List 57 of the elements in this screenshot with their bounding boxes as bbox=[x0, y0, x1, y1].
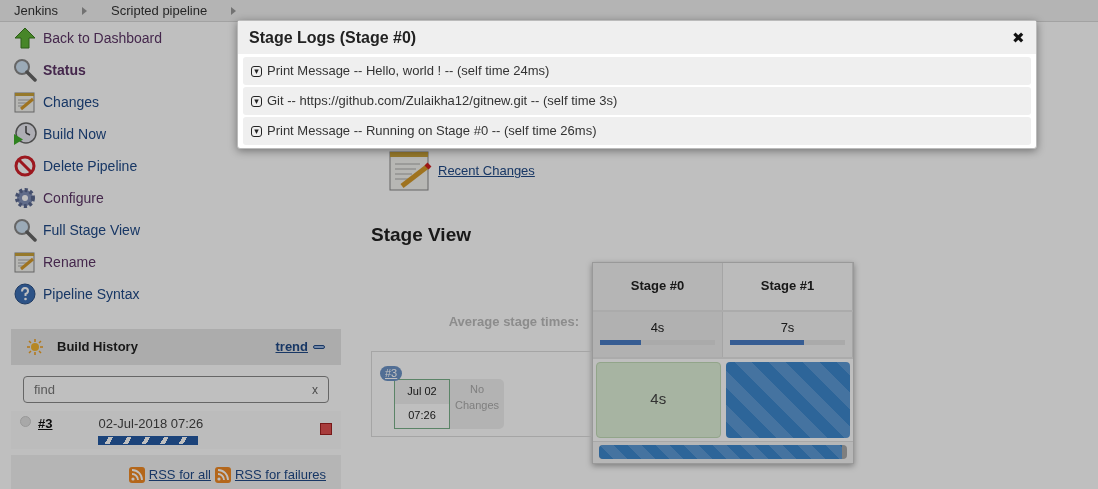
log-entry[interactable]: ▾ Git -- https://github.com/Zulaikha12/gitnew.git -- (self time 3s) bbox=[243, 87, 1031, 115]
rss-link[interactable]: RSS for failures bbox=[234, 465, 326, 485]
average-time: 7s bbox=[780, 318, 795, 337]
magnifier-icon bbox=[13, 58, 37, 82]
dialog-title: Stage Logs (Stage #0) bbox=[249, 27, 417, 48]
recent-changes-link[interactable]: Recent Changes bbox=[438, 161, 535, 181]
build-date: Jul 02 bbox=[395, 379, 449, 404]
sidebar-link[interactable]: Back to Dashboard bbox=[43, 27, 163, 49]
close-button[interactable]: ✖ bbox=[1012, 30, 1025, 45]
panel-title: Build History bbox=[57, 338, 138, 357]
log-text: Print Message -- Running on Stage #0 -- (self time 26ms) bbox=[267, 122, 597, 141]
log-entry[interactable]: ▾ Print Message -- Hello, world ! -- (self time 24ms) bbox=[243, 57, 1031, 85]
sidebar-link[interactable]: Status bbox=[43, 59, 86, 81]
rss-link[interactable]: RSS for all bbox=[148, 465, 211, 485]
sidebar-link[interactable]: Changes bbox=[43, 91, 100, 113]
sidebar-link[interactable]: Configure bbox=[43, 187, 104, 209]
chevron-icon bbox=[82, 6, 88, 15]
sidebar-link[interactable]: Pipeline Syntax bbox=[43, 283, 140, 305]
breadcrumb-link[interactable]: Scripted pipeline bbox=[111, 0, 208, 21]
log-entry[interactable]: ▾ Print Message -- Running on Stage #0 -- (self time 26ms) bbox=[243, 117, 1031, 145]
log-text: Print Message -- Hello, world ! -- (self time 24ms) bbox=[267, 62, 550, 81]
cancel-icon[interactable] bbox=[320, 423, 332, 435]
minimize-button[interactable] bbox=[313, 345, 325, 349]
build-time: 07:26 bbox=[407, 408, 437, 424]
section-heading: Stage View bbox=[371, 223, 472, 247]
up-arrow-icon bbox=[14, 27, 36, 49]
stage-header: Stage #0 bbox=[593, 262, 723, 310]
clock-play-icon bbox=[13, 122, 37, 146]
prohibited-icon bbox=[14, 155, 36, 177]
average-time: 4s bbox=[650, 318, 665, 337]
breadcrumb-link[interactable]: Jenkins bbox=[14, 0, 59, 21]
expand-icon: ▾ bbox=[251, 95, 262, 107]
sidebar-link[interactable]: Rename bbox=[43, 251, 96, 273]
build-link[interactable]: #3 bbox=[38, 414, 53, 434]
sidebar-link[interactable]: Delete Pipeline bbox=[43, 155, 138, 177]
log-text: Git -- https://github.com/Zulaikha12/gitnew.git -- (self time 3s) bbox=[267, 92, 618, 111]
help-icon bbox=[14, 283, 36, 305]
magnifier-icon bbox=[13, 218, 37, 242]
sidebar-link[interactable]: Full Stage View bbox=[43, 219, 140, 241]
expand-icon: ▾ bbox=[251, 125, 262, 137]
notepad-icon bbox=[14, 91, 36, 113]
notepad-icon bbox=[14, 251, 36, 273]
chevron-icon bbox=[231, 6, 237, 15]
trend-link[interactable]: trend bbox=[275, 337, 308, 357]
sidebar-link[interactable]: Build Now bbox=[43, 123, 107, 145]
stage-cell[interactable]: 4s bbox=[596, 361, 721, 438]
sun-icon bbox=[27, 339, 43, 355]
notepad-icon bbox=[388, 149, 432, 193]
rss-icon bbox=[214, 467, 231, 483]
expand-icon: ▾ bbox=[251, 65, 262, 77]
search-field[interactable]: find x bbox=[23, 376, 329, 403]
gear-icon bbox=[13, 186, 37, 210]
stage-cell[interactable] bbox=[725, 361, 850, 438]
rss-icon bbox=[128, 467, 145, 483]
build-time: 02-Jul-2018 07:26 bbox=[98, 415, 204, 433]
stage-header: Stage #1 bbox=[723, 262, 853, 310]
clear-button[interactable]: x bbox=[312, 380, 318, 399]
